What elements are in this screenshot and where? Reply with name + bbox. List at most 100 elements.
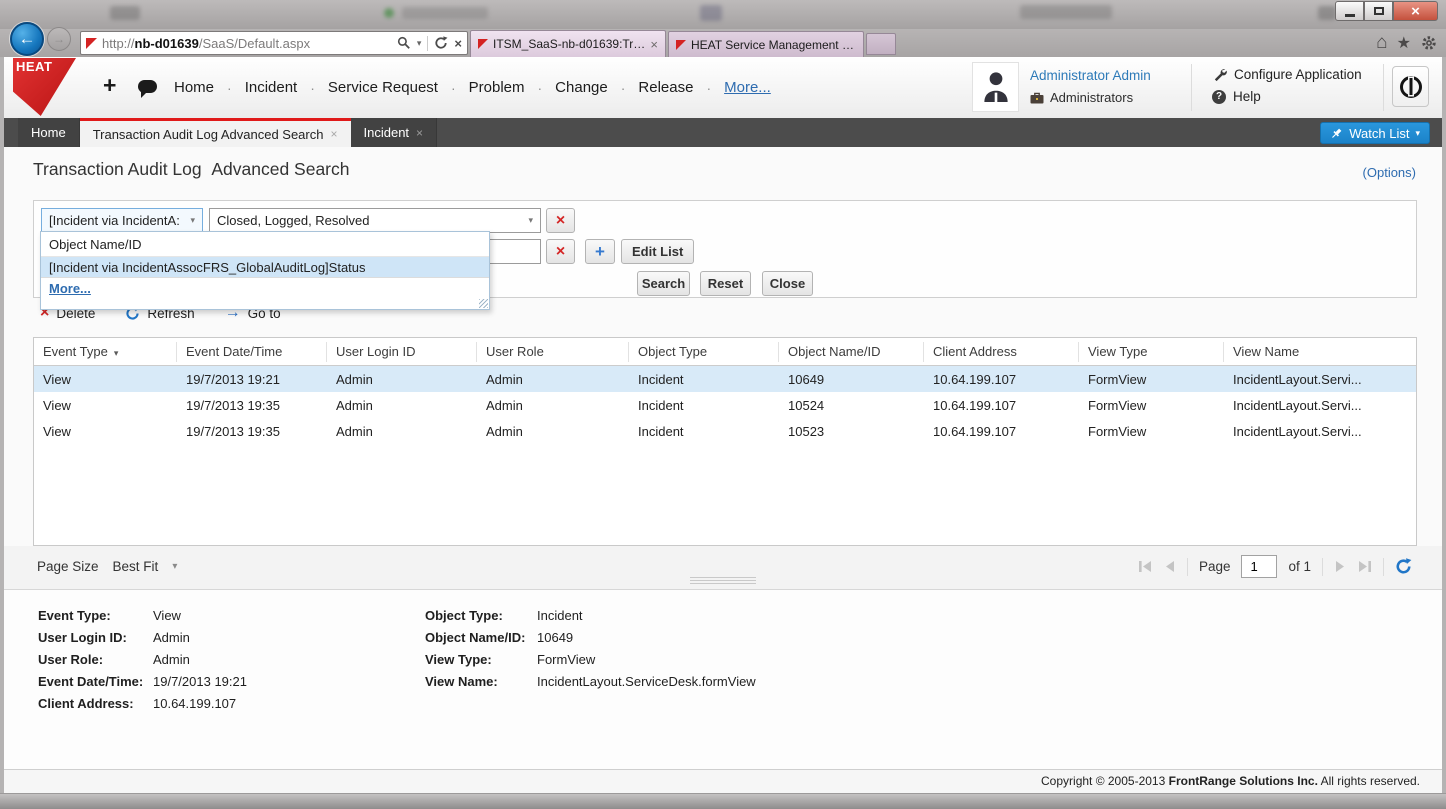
page-size-dropdown[interactable]: Best Fit xyxy=(113,559,159,574)
column-header-event-type[interactable]: Event Type▾ xyxy=(34,342,177,362)
edit-list-button[interactable]: Edit List xyxy=(621,239,694,264)
chevron-down-icon[interactable]: ▾ xyxy=(1415,128,1420,139)
nav-item-change[interactable]: Change xyxy=(551,79,612,96)
help-link[interactable]: ? Help xyxy=(1212,89,1362,104)
column-header-event-date-time[interactable]: Event Date/Time xyxy=(177,342,327,362)
reset-button[interactable]: Reset xyxy=(700,271,751,296)
page-number-input[interactable] xyxy=(1241,555,1277,578)
search-options-caret-icon[interactable]: ▾ xyxy=(417,38,422,49)
remove-criteria-button[interactable]: × xyxy=(546,239,575,264)
heat-logo-text: HEAT xyxy=(16,59,52,74)
column-header-user-login-id[interactable]: User Login ID xyxy=(327,342,477,362)
tab-incident[interactable]: Incident × xyxy=(351,118,438,147)
divider xyxy=(1383,64,1384,111)
pager-bar: Page Size Best Fit ▾ Page of 1 xyxy=(0,546,1446,590)
maximize-button[interactable] xyxy=(1364,1,1393,21)
nav-item-service-request[interactable]: Service Request xyxy=(324,79,442,96)
audit-log-table: Event Type▾Event Date/TimeUser Login IDU… xyxy=(33,337,1417,546)
record-details-panel: Event Type:ViewUser Login ID:AdminUser R… xyxy=(0,590,1446,769)
close-button[interactable]: Close xyxy=(762,271,813,296)
tab-close-icon[interactable]: × xyxy=(416,126,423,140)
search-icon[interactable] xyxy=(397,36,411,50)
nav-item-home[interactable]: Home xyxy=(170,79,218,96)
options-link[interactable]: (Options) xyxy=(1363,165,1416,180)
forward-button[interactable]: → xyxy=(47,27,71,51)
cell-event-date-time: 19/7/2013 19:35 xyxy=(177,398,327,413)
column-header-view-type[interactable]: View Type xyxy=(1079,342,1224,362)
tab-label: Transaction Audit Log Advanced Search xyxy=(93,127,324,142)
tab-close-icon[interactable]: × xyxy=(650,37,658,52)
tab-transaction-audit-log[interactable]: Transaction Audit Log Advanced Search × xyxy=(80,118,351,147)
resize-grip[interactable] xyxy=(479,299,488,308)
pager-last-icon[interactable] xyxy=(1357,560,1372,573)
tab-close-icon[interactable]: × xyxy=(330,127,337,141)
back-button[interactable]: ← xyxy=(10,22,44,56)
chevron-down-icon[interactable]: ▾ xyxy=(528,209,533,232)
cell-view-type: FormView xyxy=(1079,398,1224,413)
cell-object-type: Incident xyxy=(629,398,779,413)
search-button[interactable]: Search xyxy=(637,271,690,296)
column-header-view-name[interactable]: View Name xyxy=(1224,342,1416,362)
pager-prev-icon[interactable] xyxy=(1164,560,1176,573)
nav-item-problem[interactable]: Problem xyxy=(465,79,529,96)
refresh-icon[interactable] xyxy=(434,36,448,50)
logout-button[interactable] xyxy=(1392,66,1429,107)
desktop-blur-artifact xyxy=(700,5,722,21)
sort-desc-icon[interactable]: ▾ xyxy=(114,348,119,358)
tools-gear-icon[interactable] xyxy=(1420,34,1438,52)
detail-value-event-type: View xyxy=(153,608,181,623)
chevron-down-icon[interactable]: ▾ xyxy=(190,209,195,232)
close-window-button[interactable]: × xyxy=(1393,1,1438,21)
minimize-button[interactable] xyxy=(1335,1,1364,21)
add-criteria-button[interactable]: + xyxy=(585,239,615,264)
new-tab-button[interactable] xyxy=(866,33,896,55)
column-header-object-type[interactable]: Object Type xyxy=(629,342,779,362)
new-record-plus-icon[interactable]: + xyxy=(103,72,116,99)
chat-icon[interactable] xyxy=(138,80,157,93)
cell-event-type: View xyxy=(34,372,177,387)
nav-item-incident[interactable]: Incident xyxy=(241,79,302,96)
field-dropdown[interactable]: [Incident via IncidentA: ▾ xyxy=(41,208,203,233)
browser-tab-active[interactable]: ITSM_SaaS-nb-d01639:Tran... × xyxy=(470,30,666,57)
dropdown-more-link[interactable]: More... xyxy=(41,278,489,300)
avatar[interactable] xyxy=(972,62,1019,112)
table-row[interactable]: View19/7/2013 19:35AdminAdminIncident105… xyxy=(34,418,1416,444)
dropdown-option[interactable]: [Incident via IncidentAssocFRS_GlobalAud… xyxy=(41,257,489,278)
remove-criteria-button[interactable]: × xyxy=(546,208,575,233)
url-text[interactable]: http://nb-d01639/SaaS/Default.aspx xyxy=(102,36,310,51)
nav-item-release[interactable]: Release xyxy=(634,79,697,96)
heat-logo[interactable]: HEAT xyxy=(13,58,76,116)
pager-first-icon[interactable] xyxy=(1138,560,1153,573)
window-frame-left xyxy=(0,57,4,793)
browser-tab-inactive[interactable]: HEAT Service Management Co... xyxy=(668,31,864,57)
cell-event-date-time: 19/7/2013 19:35 xyxy=(177,424,327,439)
pager-refresh-icon[interactable] xyxy=(1395,558,1412,575)
cell-user-role: Admin xyxy=(477,372,629,387)
table-row[interactable]: View19/7/2013 19:21AdminAdminIncident106… xyxy=(34,366,1416,392)
cell-view-name: IncidentLayout.Servi... xyxy=(1224,398,1416,413)
configure-application-link[interactable]: Configure Application xyxy=(1212,67,1362,82)
favorites-star-icon[interactable]: ★ xyxy=(1397,33,1411,53)
site-favicon xyxy=(86,38,97,49)
nav-item-more[interactable]: More... xyxy=(720,79,775,96)
dropdown-option[interactable]: Object Name/ID xyxy=(41,232,489,257)
splitter-grip[interactable] xyxy=(690,577,756,586)
column-header-object-name-id[interactable]: Object Name/ID xyxy=(779,342,924,362)
watch-list-button[interactable]: Watch List ▾ xyxy=(1320,122,1430,144)
nav-separator: · xyxy=(529,80,552,96)
address-bar[interactable]: http://nb-d01639/SaaS/Default.aspx ▾ × xyxy=(80,31,468,55)
tab-home[interactable]: Home xyxy=(18,118,80,147)
pager-next-icon[interactable] xyxy=(1334,560,1346,573)
divider xyxy=(1187,558,1188,576)
value-dropdown[interactable]: Closed, Logged, Resolved ▾ xyxy=(209,208,541,233)
table-row[interactable]: View19/7/2013 19:35AdminAdminIncident105… xyxy=(34,392,1416,418)
column-header-client-address[interactable]: Client Address xyxy=(924,342,1079,362)
home-icon[interactable]: ⌂ xyxy=(1376,32,1387,54)
stop-icon[interactable]: × xyxy=(454,37,462,50)
user-name-link[interactable]: Administrator Admin xyxy=(1030,68,1151,83)
copyright-text: Copyright © 2005-2013 xyxy=(1041,774,1169,788)
browser-chrome: ← → http://nb-d01639/SaaS/Default.aspx ▾… xyxy=(0,29,1446,57)
column-header-user-role[interactable]: User Role xyxy=(477,342,629,362)
chevron-down-icon[interactable]: ▾ xyxy=(172,561,177,572)
details-left-column: Event Type:ViewUser Login ID:AdminUser R… xyxy=(38,604,247,714)
